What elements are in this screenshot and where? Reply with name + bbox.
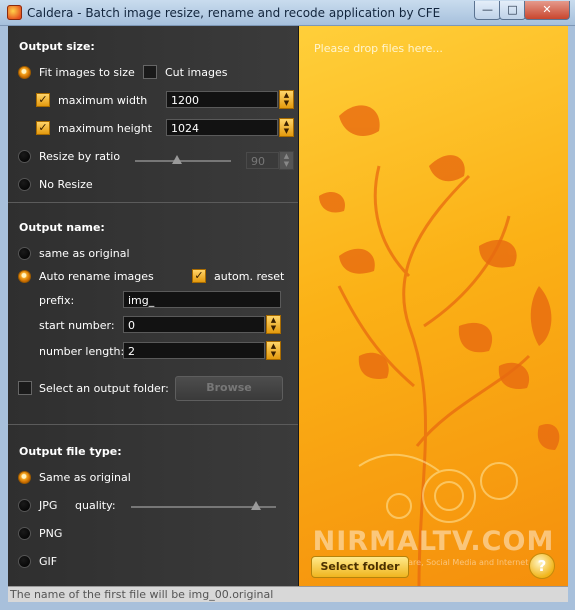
- spin-down-icon[interactable]: ▼: [280, 127, 293, 135]
- no-resize-label: No Resize: [39, 178, 93, 191]
- floral-decoration: [319, 105, 560, 586]
- resize-ratio-label: Resize by ratio: [39, 150, 121, 163]
- spin-up-icon[interactable]: ▲: [267, 342, 280, 350]
- max-height-spinner[interactable]: ▲ ▼: [279, 118, 294, 137]
- cut-images-label: Cut images: [165, 66, 228, 79]
- number-length-spinner[interactable]: ▲ ▼: [266, 341, 281, 360]
- spin-down-icon[interactable]: ▼: [280, 160, 293, 168]
- settings-panel: Output size: Fit images to size Cut imag…: [8, 26, 299, 586]
- autom-reset-label: autom. reset: [214, 270, 285, 283]
- max-height-checkbox[interactable]: ✓: [36, 121, 50, 135]
- help-icon[interactable]: ?: [529, 553, 555, 579]
- output-folder-label: Select an output folder:: [39, 382, 169, 395]
- max-height-label: maximum height: [58, 122, 152, 135]
- png-radio[interactable]: [18, 527, 31, 540]
- number-length-input[interactable]: 2: [123, 342, 265, 359]
- start-number-input[interactable]: 0: [123, 316, 265, 333]
- drop-area[interactable]: Please drop files here... NIRMALTV.COM T…: [299, 26, 568, 586]
- fit-images-radio[interactable]: [18, 66, 31, 79]
- jpg-radio[interactable]: [18, 499, 31, 512]
- minimize-button[interactable]: —: [474, 1, 501, 20]
- gif-radio[interactable]: [18, 555, 31, 568]
- prefix-label: prefix:: [39, 294, 75, 307]
- spin-up-icon[interactable]: ▲: [280, 152, 293, 160]
- gif-label: GIF: [39, 555, 58, 568]
- max-width-label: maximum width: [58, 94, 148, 107]
- prefix-input[interactable]: img_: [123, 291, 281, 308]
- app-icon: [7, 5, 22, 20]
- select-folder-button[interactable]: Select folder: [311, 556, 409, 578]
- ratio-slider-thumb[interactable]: [172, 155, 182, 164]
- jpg-label: JPG: [39, 499, 58, 512]
- same-as-original-label: same as original: [39, 247, 130, 260]
- window-title: Caldera - Batch image resize, rename and…: [27, 6, 441, 20]
- status-bar: The name of the first file will be img_0…: [8, 586, 568, 602]
- quality-label: quality:: [75, 499, 116, 512]
- no-resize-radio[interactable]: [18, 178, 31, 191]
- same-as-original-radio[interactable]: [18, 247, 31, 260]
- spin-up-icon[interactable]: ▲: [280, 119, 293, 127]
- output-type-title: Output file type:: [19, 445, 122, 458]
- max-width-spinner[interactable]: ▲ ▼: [279, 90, 294, 109]
- close-button[interactable]: ✕: [524, 1, 570, 20]
- section-divider: [8, 424, 298, 425]
- cut-images-checkbox[interactable]: [143, 65, 157, 79]
- resize-ratio-radio[interactable]: [18, 150, 31, 163]
- max-height-input[interactable]: 1024: [166, 119, 278, 136]
- browse-button[interactable]: Browse: [175, 376, 283, 401]
- quality-slider-thumb[interactable]: [250, 501, 261, 510]
- spin-up-icon[interactable]: ▲: [280, 91, 293, 99]
- spin-up-icon[interactable]: ▲: [267, 316, 280, 324]
- type-same-label: Same as original: [39, 471, 131, 484]
- spin-down-icon[interactable]: ▼: [280, 99, 293, 107]
- spin-down-icon[interactable]: ▼: [267, 324, 280, 332]
- auto-rename-label: Auto rename images: [39, 270, 154, 283]
- output-folder-checkbox[interactable]: [18, 381, 32, 395]
- title-bar: Caldera - Batch image resize, rename and…: [0, 0, 575, 26]
- output-size-title: Output size:: [19, 40, 95, 53]
- number-length-label: number length:: [39, 345, 125, 358]
- start-number-label: start number:: [39, 319, 115, 332]
- fit-images-label: Fit images to size: [39, 66, 135, 79]
- section-divider: [8, 202, 298, 203]
- autom-reset-checkbox[interactable]: ✓: [192, 269, 206, 283]
- auto-rename-radio[interactable]: [18, 270, 31, 283]
- spin-down-icon[interactable]: ▼: [267, 350, 280, 358]
- ratio-spinner[interactable]: ▲ ▼: [279, 151, 294, 170]
- max-width-input[interactable]: 1200: [166, 91, 278, 108]
- watermark-logo: NIRMALTV.COM: [312, 526, 555, 557]
- maximize-button[interactable]: □: [499, 1, 526, 20]
- type-same-radio[interactable]: [18, 471, 31, 484]
- png-label: PNG: [39, 527, 63, 540]
- drop-hint: Please drop files here...: [314, 42, 443, 55]
- max-width-checkbox[interactable]: ✓: [36, 93, 50, 107]
- output-name-title: Output name:: [19, 221, 105, 234]
- ratio-slider[interactable]: [135, 160, 231, 162]
- ratio-input[interactable]: 90: [246, 152, 279, 169]
- start-number-spinner[interactable]: ▲ ▼: [266, 315, 281, 334]
